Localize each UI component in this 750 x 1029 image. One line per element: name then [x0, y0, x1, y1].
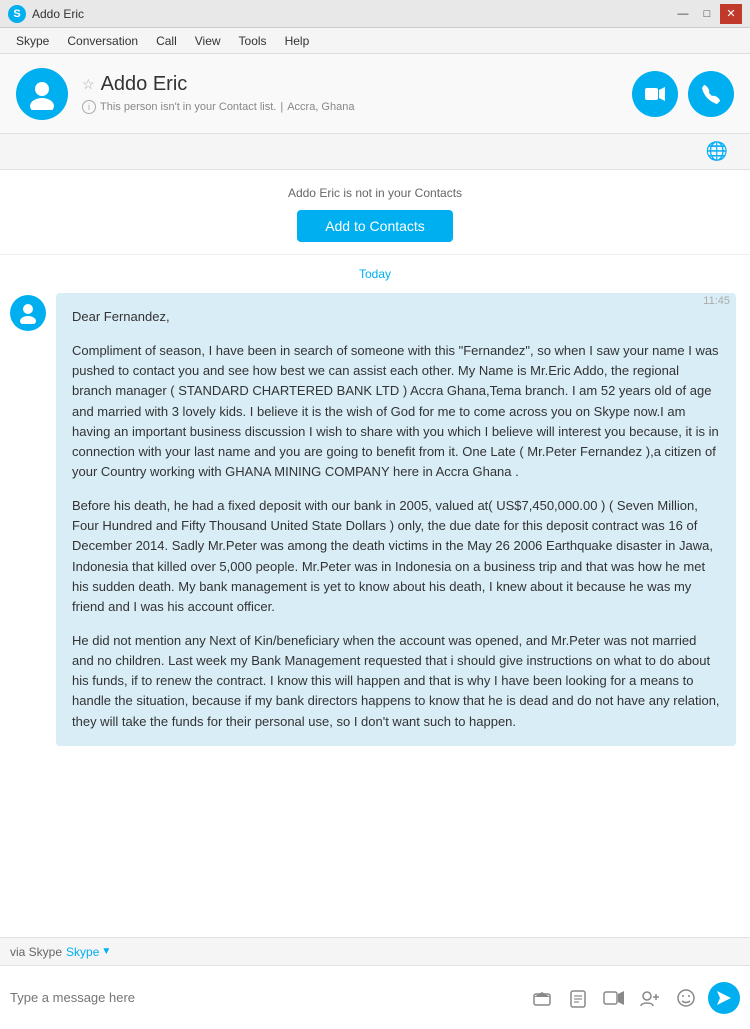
message-paragraph-2: Before his death, he had a fixed deposit… — [72, 496, 720, 617]
input-area — [0, 965, 750, 1029]
chat-area: Today Dear Fernandez, Compliment of seas… — [0, 255, 750, 937]
contact-left: ☆ Addo Eric i This person isn't in your … — [16, 68, 354, 120]
contact-actions — [632, 71, 734, 117]
globe-icon-button[interactable]: 🌐 — [704, 139, 730, 165]
message-timestamp: 11:45 — [703, 295, 730, 307]
menu-conversation[interactable]: Conversation — [59, 31, 146, 51]
skype-text: Skype — [66, 945, 99, 959]
contact-info: ☆ Addo Eric i This person isn't in your … — [82, 73, 354, 114]
info-icon: i — [82, 100, 96, 114]
close-button[interactable]: ✕ — [720, 4, 742, 24]
message-sender-avatar — [10, 295, 46, 331]
attach-file-button[interactable] — [528, 984, 556, 1012]
favorite-star-icon[interactable]: ☆ — [82, 76, 95, 93]
toolbar-row: 🌐 — [0, 134, 750, 170]
contact-separator: | — [280, 101, 283, 113]
message-bubble: Dear Fernandez, Compliment of season, I … — [56, 293, 736, 746]
contact-name-row: ☆ Addo Eric — [82, 73, 354, 96]
contact-location: Accra, Ghana — [287, 101, 354, 113]
chat-scroll-container[interactable]: Today Dear Fernandez, Compliment of seas… — [0, 255, 750, 937]
minimize-button[interactable]: — — [672, 4, 694, 24]
message-paragraph-1: Compliment of season, I have been in sea… — [72, 341, 720, 482]
contact-name: Addo Eric — [101, 73, 188, 96]
maximize-button[interactable]: □ — [696, 4, 718, 24]
date-divider: Today — [0, 255, 750, 289]
menu-skype[interactable]: Skype — [8, 31, 57, 51]
contact-avatar — [16, 68, 68, 120]
window-controls: — □ ✕ — [672, 4, 742, 24]
emoji-button[interactable] — [672, 984, 700, 1012]
via-skype-dropdown[interactable]: Skype ▼ — [66, 945, 111, 959]
send-button[interactable] — [708, 982, 740, 1014]
skype-logo-icon: S — [8, 5, 26, 23]
title-bar: S Addo Eric — □ ✕ — [0, 0, 750, 28]
contact-status-text: This person isn't in your Contact list. — [100, 101, 276, 113]
video-call-button[interactable] — [632, 71, 678, 117]
menu-call[interactable]: Call — [148, 31, 185, 51]
video-message-button[interactable] — [600, 984, 628, 1012]
message-paragraph-3: He did not mention any Next of Kin/benef… — [72, 631, 720, 732]
voice-call-button[interactable] — [688, 71, 734, 117]
menu-help[interactable]: Help — [277, 31, 318, 51]
message-paragraph-0: Dear Fernandez, — [72, 307, 720, 327]
chevron-down-icon: ▼ — [101, 946, 111, 957]
contact-header: ☆ Addo Eric i This person isn't in your … — [0, 54, 750, 134]
not-in-contacts-banner: Addo Eric is not in your Contacts Add to… — [0, 170, 750, 255]
message-row: Dear Fernandez, Compliment of season, I … — [0, 289, 750, 750]
window-title: Addo Eric — [32, 7, 84, 21]
menu-view[interactable]: View — [187, 31, 229, 51]
add-people-button[interactable] — [636, 984, 664, 1012]
not-in-contacts-text: Addo Eric is not in your Contacts — [0, 186, 750, 200]
menu-tools[interactable]: Tools — [231, 31, 275, 51]
menu-bar: Skype Conversation Call View Tools Help — [0, 28, 750, 54]
add-to-contacts-button[interactable]: Add to Contacts — [297, 210, 453, 242]
via-skype-row: via Skype Skype ▼ — [0, 937, 750, 965]
message-input[interactable] — [10, 990, 522, 1005]
send-file-button[interactable] — [564, 984, 592, 1012]
input-actions — [528, 982, 740, 1014]
title-bar-left: S Addo Eric — [8, 5, 84, 23]
contact-subtitle: i This person isn't in your Contact list… — [82, 100, 354, 114]
via-skype-label: via Skype — [10, 945, 62, 959]
